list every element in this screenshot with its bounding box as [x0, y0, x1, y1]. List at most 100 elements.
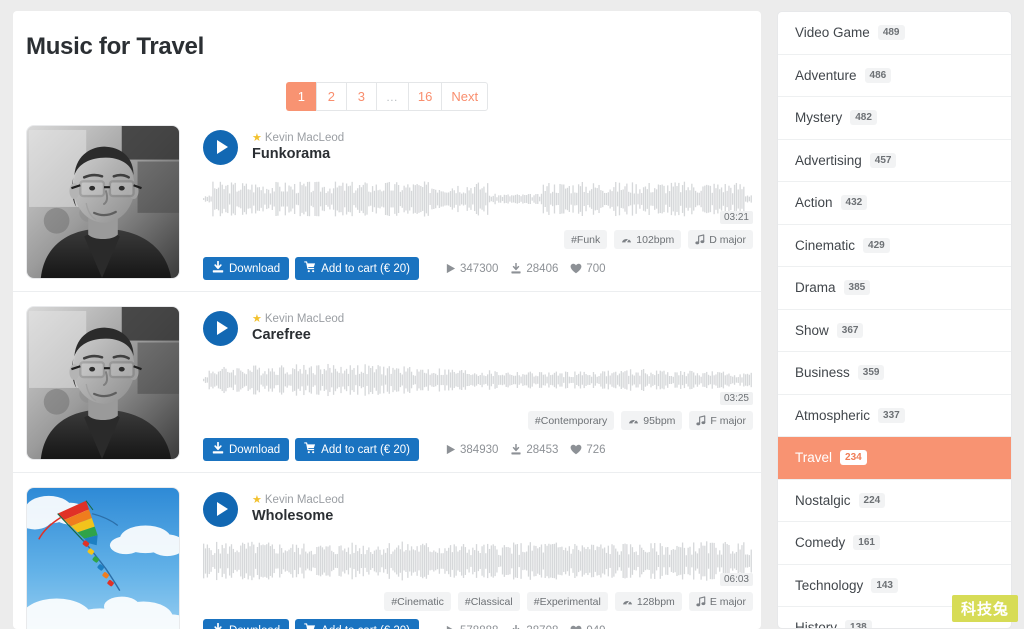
sidebar-item-adventure[interactable]: Adventure 486	[778, 55, 1011, 97]
sidebar-item-drama[interactable]: Drama 385	[778, 267, 1011, 310]
track-row: ★ Kevin MacLeod Wholesome 06:03 #Cinemat…	[13, 472, 761, 629]
sidebar-item-label: Nostalgic	[795, 492, 851, 508]
add-to-cart-button[interactable]: Add to cart (€ 20)	[295, 619, 420, 629]
track-actions: Download Add to cart (€ 20) 384930 28453	[203, 438, 753, 461]
bpm-value: 102bpm	[636, 233, 675, 246]
track-actions: Download Add to cart (€ 20) 578888 38708	[203, 619, 753, 629]
play-count-value: 578888	[460, 625, 498, 629]
play-count-icon	[445, 625, 456, 629]
pagination-item-ellipsis[interactable]: …	[375, 82, 408, 111]
pagination-item-next[interactable]: Next	[441, 82, 489, 111]
artist-line: ★ Kevin MacLeod	[252, 132, 344, 145]
track-title-block: ★ Kevin MacLeod Carefree	[252, 313, 344, 343]
sidebar-item-show[interactable]: Show 367	[778, 310, 1011, 352]
sidebar-item-label: Show	[795, 322, 829, 338]
artist-line: ★ Kevin MacLeod	[252, 313, 344, 326]
key-tag[interactable]: F major	[689, 411, 753, 430]
genre-tag[interactable]: #Cinematic	[384, 592, 451, 611]
waveform[interactable]: 03:25	[203, 358, 753, 405]
sidebar-item-count: 143	[871, 577, 898, 593]
key-tag[interactable]: E major	[688, 592, 753, 611]
genre-tag[interactable]: #Experimental	[526, 592, 608, 611]
download-button[interactable]: Download	[203, 438, 290, 461]
sidebar-item-label: Technology	[795, 577, 864, 593]
artist-name[interactable]: Kevin MacLeod	[265, 132, 344, 145]
waveform[interactable]: 03:21	[203, 177, 753, 224]
play-icon	[217, 321, 228, 335]
sidebar-item-count: 234	[840, 450, 867, 466]
track-title[interactable]: Carefree	[252, 327, 344, 343]
download-button[interactable]: Download	[203, 257, 290, 280]
like-count-value: 700	[586, 262, 606, 275]
pagination-item-1[interactable]: 1	[285, 82, 316, 111]
star-icon: ★	[252, 493, 262, 506]
sidebar-item-mystery[interactable]: Mystery 482	[778, 97, 1011, 140]
play-count-value: 347300	[460, 262, 499, 275]
like-count: 700	[570, 262, 606, 275]
play-button[interactable]	[203, 129, 238, 165]
sidebar-item-nostalgic[interactable]: Nostalgic 224	[778, 480, 1011, 522]
sidebar-item-advertising[interactable]: Advertising 457	[778, 140, 1011, 182]
sidebar-item-video-game[interactable]: Video Game 489	[778, 12, 1011, 55]
add-to-cart-button[interactable]: Add to cart (€ 20)	[295, 438, 420, 461]
track-header: ★ Kevin MacLeod Funkorama	[203, 125, 753, 169]
sidebar-item-business[interactable]: Business 359	[778, 352, 1011, 395]
bpm-tag[interactable]: 102bpm	[614, 230, 682, 249]
sidebar-item-label: Business	[795, 365, 850, 381]
sidebar-item-travel[interactable]: Travel 234	[778, 437, 1011, 480]
track-title[interactable]: Wholesome	[252, 508, 344, 524]
key-value: E major	[709, 595, 746, 608]
pagination-item-2[interactable]: 2	[315, 82, 346, 111]
track-artwork[interactable]	[26, 306, 180, 460]
download-count-icon	[510, 263, 522, 274]
sidebar-item-atmospheric[interactable]: Atmospheric 337	[778, 395, 1011, 437]
bpm-tag[interactable]: 95bpm	[621, 411, 683, 430]
track-header: ★ Kevin MacLeod Wholesome	[203, 487, 753, 531]
download-count-icon	[510, 444, 522, 455]
pagination-item-3[interactable]: 3	[345, 82, 376, 111]
sidebar-item-comedy[interactable]: Comedy 161	[778, 522, 1011, 565]
bpm-tag[interactable]: 128bpm	[614, 592, 682, 611]
track-title-block: ★ Kevin MacLeod Wholesome	[252, 494, 344, 524]
download-icon	[212, 260, 224, 276]
pagination-item-16[interactable]: 16	[407, 82, 442, 111]
download-icon	[212, 622, 224, 629]
genre-tag[interactable]: #Contemporary	[527, 411, 615, 430]
page-title: Music for Travel	[26, 33, 204, 60]
track-artwork[interactable]	[26, 125, 180, 279]
genre-tag[interactable]: #Classical	[457, 592, 520, 611]
artist-name[interactable]: Kevin MacLeod	[265, 494, 344, 507]
sidebar-item-action[interactable]: Action 432	[778, 182, 1011, 225]
sidebar-item-cinematic[interactable]: Cinematic 429	[778, 225, 1011, 267]
key-tag[interactable]: D major	[688, 230, 753, 249]
heart-icon	[570, 625, 582, 629]
download-count-icon	[510, 625, 522, 629]
download-button[interactable]: Download	[203, 619, 290, 629]
add-to-cart-button[interactable]: Add to cart (€ 20)	[295, 257, 420, 280]
play-icon	[217, 140, 228, 154]
speedometer-icon	[621, 234, 632, 245]
music-note-icon	[696, 415, 706, 426]
track-stats: 347300 28406 700	[445, 263, 606, 275]
play-button[interactable]	[203, 491, 238, 527]
sidebar-item-count: 432	[840, 195, 868, 211]
sidebar-item-label: Comedy	[795, 535, 846, 551]
track-title-block: ★ Kevin MacLeod Funkorama	[252, 132, 344, 162]
track-title[interactable]: Funkorama	[252, 146, 344, 162]
track-artwork[interactable]	[26, 487, 180, 629]
play-count-value: 384930	[460, 443, 499, 456]
add-to-cart-label: Add to cart (€ 20)	[321, 625, 410, 629]
music-note-icon	[696, 596, 706, 607]
track-list: ★ Kevin MacLeod Funkorama 03:21 #Funk 10…	[13, 125, 761, 629]
like-count: 726	[570, 444, 606, 456]
sidebar-item-count: 224	[858, 492, 886, 508]
play-button[interactable]	[203, 310, 238, 346]
artist-name[interactable]: Kevin MacLeod	[265, 313, 344, 326]
sidebar-item-count: 429	[863, 237, 890, 253]
key-value: F major	[710, 414, 746, 427]
genre-tag[interactable]: #Funk	[564, 230, 608, 249]
waveform[interactable]: 06:03	[203, 539, 753, 586]
cart-icon	[304, 261, 316, 276]
track-actions: Download Add to cart (€ 20) 347300 28406	[203, 257, 753, 280]
heart-icon	[570, 444, 582, 455]
